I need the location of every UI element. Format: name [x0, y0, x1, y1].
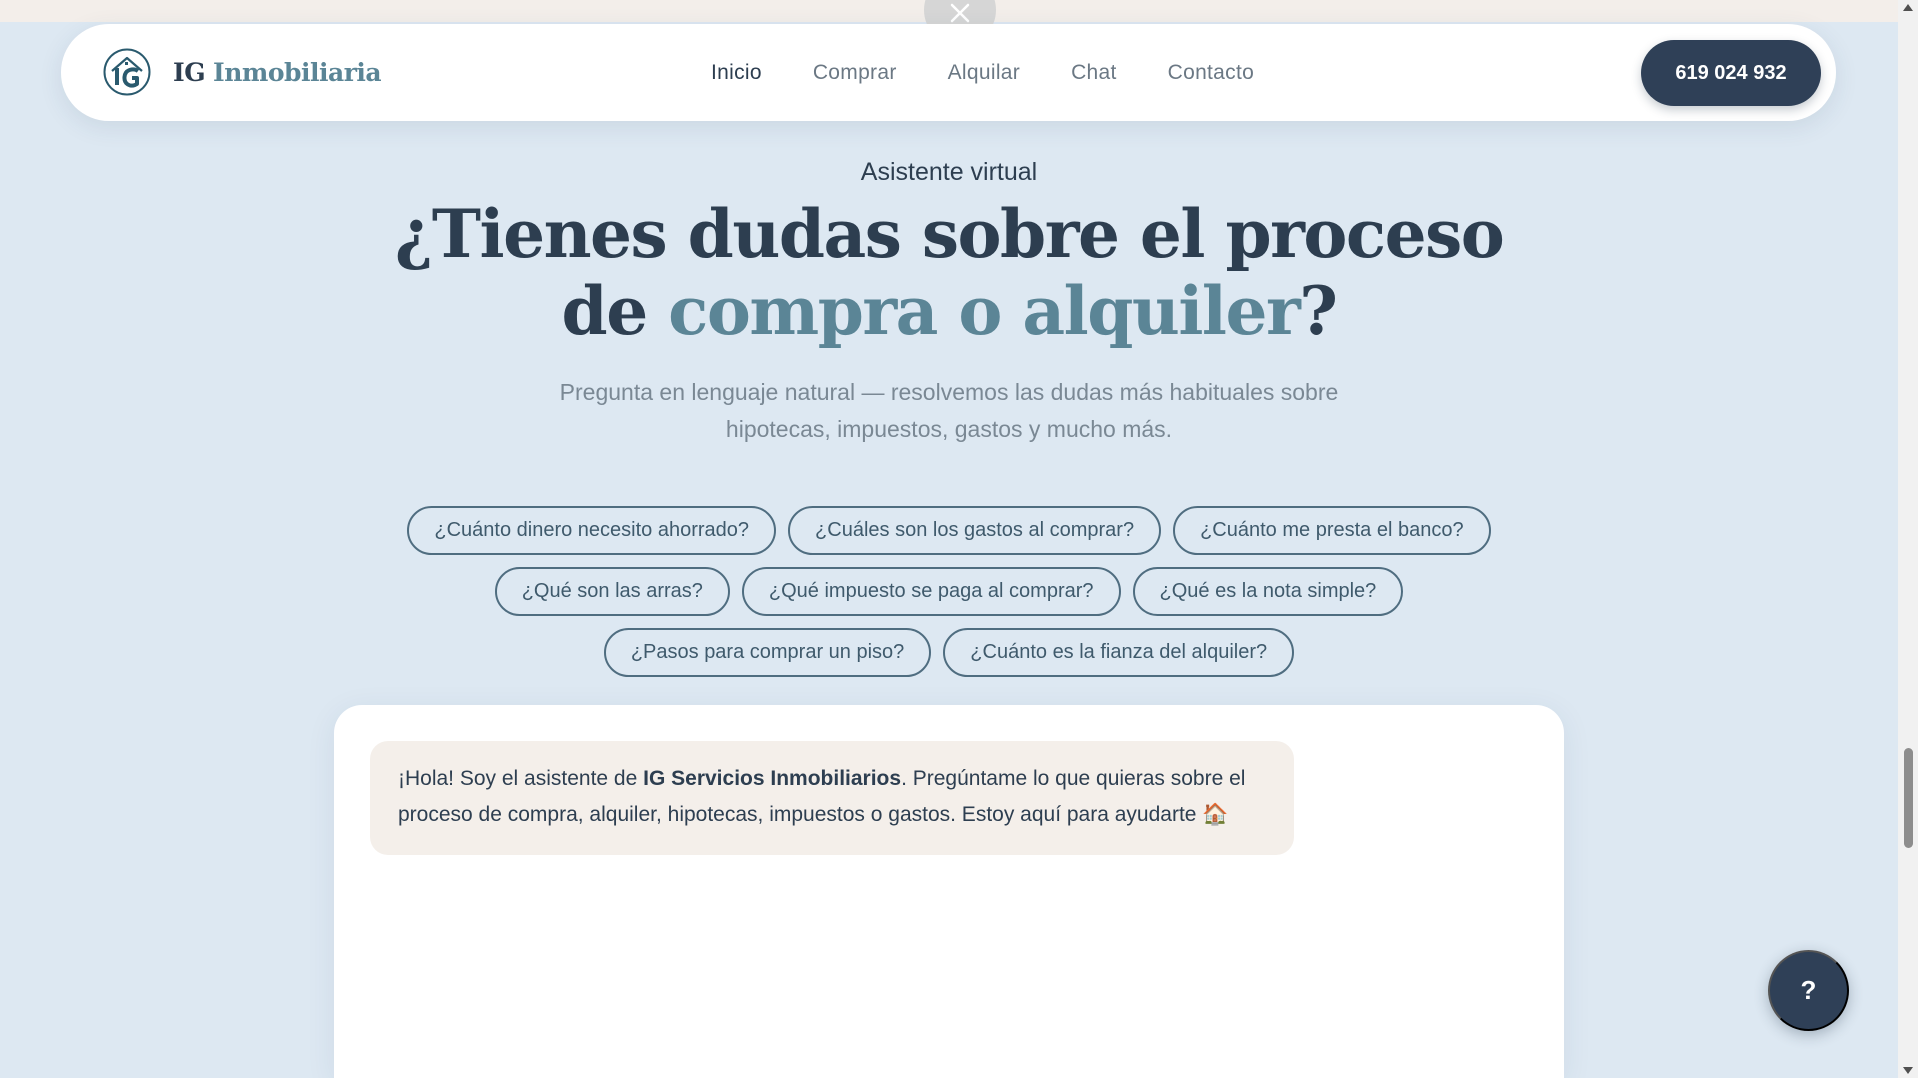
suggestion-chips: ¿Cuánto dinero necesito ahorrado? ¿Cuále…	[0, 506, 1898, 689]
chat-window: ¡Hola! Soy el asistente de IG Servicios …	[334, 705, 1564, 1078]
chip-row: ¿Pasos para comprar un piso? ¿Cuánto es …	[603, 628, 1295, 677]
page-title: ¿Tienes dudas sobre el proceso de compra…	[0, 196, 1898, 350]
close-icon	[950, 3, 970, 23]
brand-word: Inmobiliaria	[213, 58, 382, 87]
greeting-text-before: ¡Hola! Soy el asistente de	[398, 767, 644, 790]
scroll-up-arrow-icon[interactable]	[1903, 4, 1913, 11]
suggestion-chip[interactable]: ¿Cuánto es la fianza del alquiler?	[943, 628, 1295, 677]
nav-link-comprar[interactable]: Comprar	[813, 61, 897, 85]
navbar: IG Inmobiliaria Inicio Comprar Alquilar …	[61, 24, 1836, 121]
brand-initials: IG	[173, 58, 206, 87]
chip-row: ¿Qué son las arras? ¿Qué impuesto se pag…	[494, 567, 1404, 616]
title-end: ?	[1299, 272, 1338, 350]
house-ig-logo-icon[interactable]	[102, 47, 152, 97]
nav-link-inicio[interactable]: Inicio	[711, 61, 762, 85]
suggestion-chip[interactable]: ¿Pasos para comprar un piso?	[603, 628, 932, 677]
section-eyebrow: Asistente virtual	[860, 158, 1038, 186]
title-line-1: ¿Tienes dudas sobre el proceso	[394, 195, 1505, 273]
nav-link-alquilar[interactable]: Alquilar	[948, 61, 1020, 85]
nav-link-contacto[interactable]: Contacto	[1168, 61, 1254, 85]
assistant-message: ¡Hola! Soy el asistente de IG Servicios …	[370, 741, 1294, 855]
help-button[interactable]: ?	[1768, 950, 1849, 1031]
suggestion-chip[interactable]: ¿Qué es la nota simple?	[1132, 567, 1404, 616]
title-accent: compra o alquiler	[668, 272, 1301, 350]
brand-name[interactable]: IG Inmobiliaria	[173, 24, 382, 121]
page-scrollbar[interactable]	[1898, 0, 1918, 1078]
suggestion-chip[interactable]: ¿Qué impuesto se paga al comprar?	[741, 567, 1121, 616]
nav-link-chat[interactable]: Chat	[1071, 61, 1117, 85]
scroll-down-arrow-icon[interactable]	[1903, 1067, 1913, 1074]
subtitle-line-2: hipotecas, impuestos, gastos y mucho más…	[725, 416, 1173, 442]
phone-button[interactable]: 619 024 932	[1641, 40, 1821, 106]
suggestion-chip[interactable]: ¿Cuánto dinero necesito ahorrado?	[407, 506, 777, 555]
suggestion-chip[interactable]: ¿Cuáles son los gastos al comprar?	[788, 506, 1162, 555]
scroll-thumb[interactable]	[1904, 748, 1913, 848]
subtitle-line-1: Pregunta en lenguaje natural — resolvemo…	[559, 379, 1339, 405]
title-line-2-start: de	[561, 272, 649, 350]
chip-row: ¿Cuánto dinero necesito ahorrado? ¿Cuále…	[407, 506, 1491, 555]
main-nav: Inicio Comprar Alquilar Chat Contacto	[711, 24, 1305, 121]
suggestion-chip[interactable]: ¿Qué son las arras?	[494, 567, 730, 616]
suggestion-chip[interactable]: ¿Cuánto me presta el banco?	[1173, 506, 1491, 555]
page-subtitle: Pregunta en lenguaje natural — resolvemo…	[0, 374, 1898, 448]
greeting-company: IG Servicios Inmobiliarios	[643, 767, 902, 790]
